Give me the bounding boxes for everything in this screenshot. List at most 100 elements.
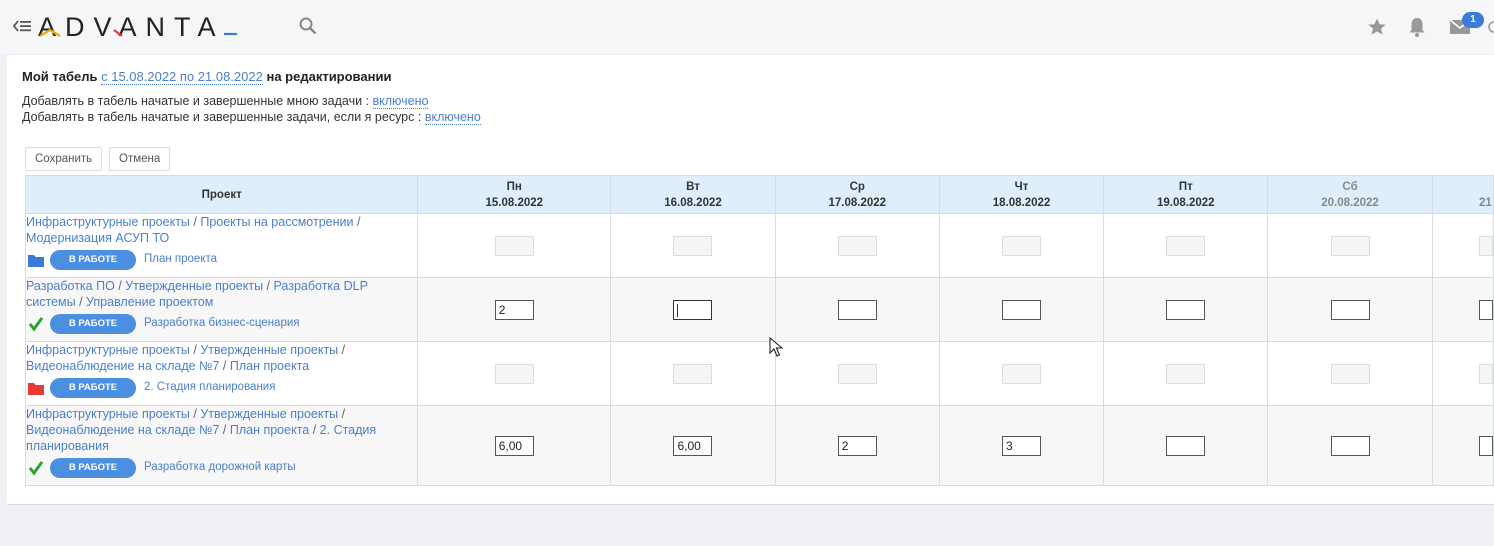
project-path-link[interactable]: Утвержденные проекты [125,279,263,293]
hours-input[interactable]: 2 [494,299,534,320]
advanta-logo[interactable]: ADVANTA [38,12,238,42]
project-path-link[interactable]: Видеонаблюдение на складе №7 [26,359,219,373]
hours-input[interactable] [1166,435,1206,456]
project-path-link[interactable]: Утвержденные проекты [200,407,338,421]
text-caret [677,303,679,317]
task-link[interactable]: План проекта [144,253,217,265]
table-row: Инфраструктурные проекты / Утвержденные … [24,405,1494,486]
task-status-row: В РАБОТЕ Разработка дорожной карты [26,458,417,478]
table-row: Инфраструктурные проекты / Проекты на ра… [24,213,1494,278]
status-badge[interactable]: В РАБОТЕ [50,458,136,478]
project-path-link[interactable]: План проекта [230,423,309,437]
project-path-link[interactable]: Разработка ПО [26,279,115,293]
hours-input[interactable] [1002,235,1042,256]
hours-input[interactable] [1330,435,1370,456]
hours-input[interactable] [1478,363,1493,384]
save-button[interactable]: Сохранить [25,147,103,171]
setting-toggle-link[interactable]: включено [372,94,429,109]
hours-cell [938,341,1105,406]
hours-input[interactable] [494,363,534,384]
hours-input[interactable] [1478,435,1493,456]
hours-input[interactable] [1330,299,1370,320]
project-column-header[interactable]: Проект [24,175,419,214]
hours-input[interactable] [1166,363,1206,384]
day-column-header: Ср 17.08.2022 [774,175,940,214]
project-cell: Инфраструктурные проекты / Утвержденные … [24,341,419,406]
timesheet-table: Проект Пн 15.08.2022 Вт 16.08.2022 Ср 17.08… [24,175,1494,486]
path-separator: / [263,279,274,293]
bell-icon[interactable] [1407,16,1427,38]
day-column-header: Пт 19.08.2022 [1103,175,1269,214]
hours-input[interactable] [837,363,877,384]
path-separator: / [219,359,230,373]
hours-cell [1431,341,1494,406]
user-icon[interactable] [1488,20,1494,34]
status-badge[interactable]: В РАБОТЕ [50,314,136,334]
day-column-header: 21 [1431,175,1494,214]
hours-cell [610,277,776,342]
task-link[interactable]: Разработка бизнес-сценария [144,317,300,329]
hours-input[interactable] [1330,235,1370,256]
hours-input[interactable] [494,235,534,256]
project-path-link[interactable]: Видеонаблюдение на складе №7 [26,423,219,437]
setting-label: Добавлять в табель начатые и завершенные… [22,110,422,124]
project-path-link[interactable]: Утвержденные проекты [200,343,338,357]
path-separator: / [189,343,201,357]
hours-input[interactable] [1002,363,1042,384]
hours-input[interactable] [1166,235,1206,256]
hours-input[interactable] [837,299,877,320]
project-path-link[interactable]: Инфраструктурные проекты [26,343,190,357]
task-link[interactable]: 2. Стадия планирования [144,381,275,393]
project-cell: Инфраструктурные проекты / Проекты на ра… [24,213,419,278]
project-cell: Разработка ПО / Утвержденные проекты / Р… [24,277,419,342]
project-path-link[interactable]: План проекта [230,359,309,373]
hours-cell [417,213,612,278]
hours-input[interactable]: 3 [1002,435,1042,456]
hours-cell [610,213,776,278]
status-badge[interactable]: В РАБОТЕ [50,250,136,270]
hours-input[interactable]: 6,00 [673,435,713,456]
path-separator: / [189,215,201,229]
title-prefix: Мой табель [22,69,98,84]
path-separator: / [189,407,201,421]
hours-cell [1103,341,1269,406]
search-icon[interactable] [298,16,318,36]
hours-input[interactable] [1478,235,1493,256]
table-row: Инфраструктурные проекты / Утвержденные … [24,341,1494,406]
hours-input[interactable]: 6,00 [494,435,534,456]
period-link[interactable]: с 15.08.2022 по 21.08.2022 [101,69,263,85]
project-path-link[interactable]: Управление проектом [86,295,213,309]
path-separator: / [338,343,346,357]
day-column-header: Вт 16.08.2022 [610,175,776,214]
path-separator: / [114,279,126,293]
page-title: Мой табель с 15.08.2022 по 21.08.2022 на… [22,69,391,85]
menu-collapse-icon[interactable] [12,18,32,34]
mouse-cursor-icon [769,337,783,357]
project-cell: Инфраструктурные проекты / Утвержденные … [24,405,419,486]
hours-cell [1103,277,1269,342]
hours-cell [1267,341,1433,406]
hours-input[interactable] [673,235,713,256]
path-separator: / [219,423,230,437]
project-path-link[interactable]: Проекты на рассмотрении [200,215,353,229]
hours-input[interactable] [1330,363,1370,384]
hours-input[interactable] [673,363,713,384]
setting-toggle-link[interactable]: включено [424,110,481,125]
task-link[interactable]: Разработка дорожной карты [144,461,296,473]
hours-input[interactable] [837,235,877,256]
hours-input[interactable]: 2 [837,435,877,456]
setting-own-tasks: Добавлять в табель начатые и завершенные… [22,94,429,109]
project-path-link[interactable]: Инфраструктурные проекты [26,215,190,229]
hours-input[interactable] [1478,299,1493,320]
star-icon[interactable] [1367,17,1387,37]
status-badge[interactable]: В РАБОТЕ [50,378,136,398]
hours-cell [774,277,940,342]
project-path-link[interactable]: Модернизация АСУП ТО [26,231,169,245]
project-path-link[interactable]: Инфраструктурные проекты [26,407,190,421]
hours-input[interactable] [1002,299,1042,320]
hours-input[interactable] [1166,299,1206,320]
timesheet-panel: Мой табель с 15.08.2022 по 21.08.2022 на… [7,55,1494,505]
mail-badge[interactable]: 1 [1462,12,1484,28]
cancel-button[interactable]: Отмена [109,147,171,171]
hours-input[interactable] [673,299,713,320]
